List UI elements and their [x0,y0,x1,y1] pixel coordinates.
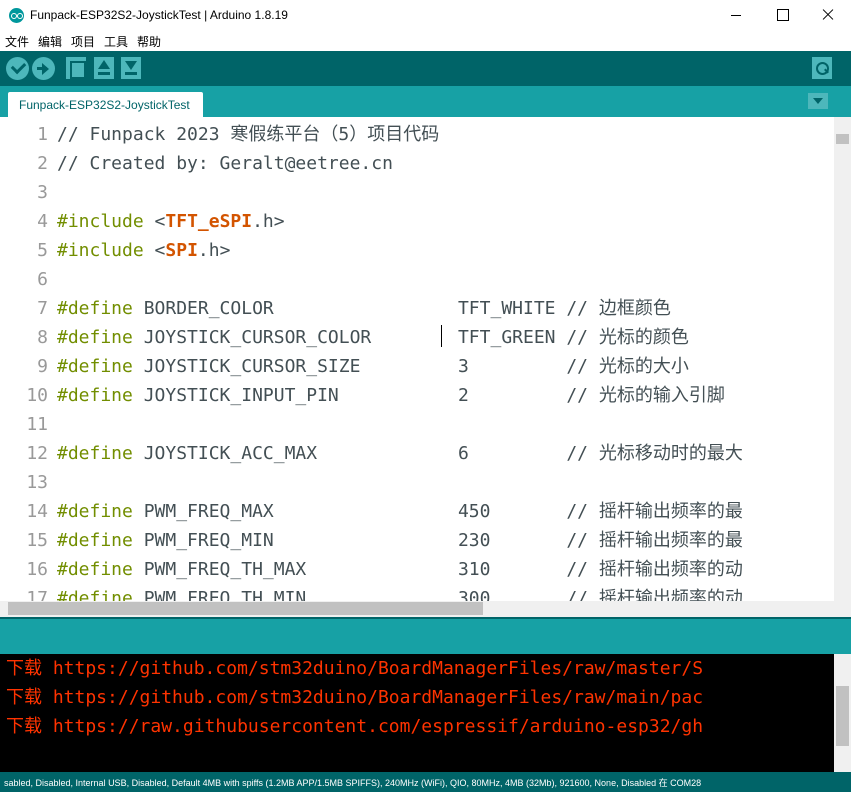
tab-label: Funpack-ESP32S2-JoystickTest [19,98,190,112]
code-library-name: SPI [165,240,198,261]
code-area[interactable]: // Funpack 2023 寒假练平台（5）项目代码 // Created b… [57,117,834,601]
line-number: 13 [26,472,48,493]
code-text: BORDER_COLOR TFT_WHITE // 边框颜色 [132,298,671,319]
verify-button[interactable] [6,57,29,80]
code-keyword: #define [57,559,133,580]
code-text: // Created by: Geralt@eetree.cn [57,153,393,174]
arduino-logo-icon [9,8,24,23]
line-number: 12 [26,443,48,464]
code-line: #define PWM_FREQ_MAX 450 // 摇杆输出频率的最 [57,497,743,526]
code-text: < [143,211,166,232]
board-info-bar: sabled, Disabled, Internal USB, Disabled… [0,772,851,792]
line-number: 4 [37,211,48,232]
board-info-text: sabled, Disabled, Internal USB, Disabled… [4,778,702,788]
open-button[interactable] [94,57,114,79]
save-button[interactable] [121,57,141,79]
serial-monitor-button[interactable] [812,57,832,79]
code-text: PWM_FREQ_TH_MIN 300 // 摇杆输出频率的动 [132,588,743,601]
code-text: JOYSTICK_ACC_MAX 6 // 光标移动时的最大 [132,443,743,464]
line-number-gutter: 1 2 3 4 5 6 7 8 9 10 11 12 13 14 15 16 17 [0,117,54,609]
line-number: 6 [37,269,48,290]
title-bar: Funpack-ESP32S2-JoystickTest | Arduino 1… [0,0,851,31]
code-keyword: #define [57,298,133,319]
message-bar [0,617,851,654]
minimize-button[interactable] [713,0,759,31]
text-caret [441,325,442,347]
code-text: PWM_FREQ_MAX 450 // 摇杆输出频率的最 [132,501,743,522]
code-line: // Created by: Geralt@eetree.cn [57,149,393,178]
code-keyword: #define [57,530,133,551]
maximize-button[interactable] [759,0,805,31]
code-text: PWM_FREQ_MIN 230 // 摇杆输出频率的最 [132,530,743,551]
code-line: #define PWM_FREQ_MIN 230 // 摇杆输出频率的最 [57,526,743,555]
line-number: 10 [26,385,48,406]
code-library-name: TFT_eSPI [165,211,253,232]
code-line: #define JOYSTICK_INPUT_PIN 2 // 光标的输入引脚 [57,381,725,410]
line-number: 15 [26,530,48,551]
code-text: // Funpack 2023 寒假练平台（5）项目代码 [57,124,440,145]
editor-vertical-scrollbar[interactable] [834,117,851,601]
code-text: JOYSTICK_CURSOR_COLOR TFT_GREEN // 光标的颜色 [132,327,689,348]
editor-horizontal-scroll-thumb[interactable] [8,602,483,615]
code-keyword: #define [57,443,133,464]
line-number: 5 [37,240,48,261]
console-scroll-thumb[interactable] [836,686,849,746]
tab-menu-chevron-down-icon[interactable] [808,93,828,109]
line-number: 11 [26,414,48,435]
line-number: 14 [26,501,48,522]
line-number: 8 [37,327,48,348]
editor-vertical-scroll-thumb[interactable] [836,134,849,144]
code-line: #define PWM_FREQ_TH_MAX 310 // 摇杆输出频率的动 [57,555,743,584]
code-text: PWM_FREQ_TH_MAX 310 // 摇杆输出频率的动 [132,559,743,580]
menu-help[interactable]: 帮助 [137,33,161,50]
code-keyword: #define [57,327,133,348]
menu-edit[interactable]: 编辑 [38,33,62,50]
code-text: JOYSTICK_CURSOR_SIZE 3 // 光标的大小 [132,356,689,377]
code-editor[interactable]: 1 2 3 4 5 6 7 8 9 10 11 12 13 14 15 16 17 // Funpack 202… [0,117,851,617]
menu-tools[interactable]: 工具 [104,33,128,50]
code-text: .h> [197,240,231,261]
menu-file[interactable]: 文件 [5,33,29,50]
code-line: #define JOYSTICK_CURSOR_SIZE 3 // 光标的大小 [57,352,689,381]
close-button[interactable] [805,0,851,31]
code-line: #define JOYSTICK_CURSOR_COLOR TFT_GREEN … [57,323,689,352]
tab-bar: Funpack-ESP32S2-JoystickTest [0,86,851,117]
code-keyword: #define [57,385,133,406]
upload-button[interactable] [32,57,55,80]
console-line: 下载 https://github.com/stm32duino/BoardMa… [6,658,704,679]
code-line: #define JOYSTICK_ACC_MAX 6 // 光标移动时的最大 [57,439,743,468]
new-sketch-button[interactable] [66,57,86,79]
console-line: 下载 https://raw.githubusercontent.com/esp… [6,716,704,737]
code-keyword: #define [57,501,133,522]
code-line: #define PWM_FREQ_TH_MIN 300 // 摇杆输出频率的动 [57,584,743,601]
line-number: 3 [37,182,48,203]
line-number: 9 [37,356,48,377]
line-number: 7 [37,298,48,319]
code-keyword: #define [57,356,133,377]
code-keyword: #include [57,240,144,261]
code-keyword: #define [57,588,133,601]
code-line: // Funpack 2023 寒假练平台（5）项目代码 [57,120,439,149]
code-line: #define BORDER_COLOR TFT_WHITE // 边框颜色 [57,294,671,323]
line-number: 16 [26,559,48,580]
code-keyword: #include [57,211,144,232]
console-line: 下载 https://github.com/stm32duino/BoardMa… [6,687,704,708]
code-text: < [143,240,166,261]
toolbar [0,51,851,86]
code-line: #include <TFT_eSPI.h> [57,207,285,236]
window-title: Funpack-ESP32S2-JoystickTest | Arduino 1… [30,8,288,22]
line-number: 1 [37,124,48,145]
tab-sketch[interactable]: Funpack-ESP32S2-JoystickTest [8,92,203,117]
code-text: .h> [252,211,285,232]
menu-bar: 文件 编辑 项目 工具 帮助 [0,31,851,51]
console-output[interactable]: 下载 https://raw.githubusercontent.com/esp… [0,654,851,772]
line-number: 2 [37,153,48,174]
menu-sketch[interactable]: 项目 [71,33,95,50]
code-text: JOYSTICK_INPUT_PIN 2 // 光标的输入引脚 [132,385,725,406]
code-line: #include <SPI.h> [57,236,230,265]
scrollbar-corner [834,601,851,617]
